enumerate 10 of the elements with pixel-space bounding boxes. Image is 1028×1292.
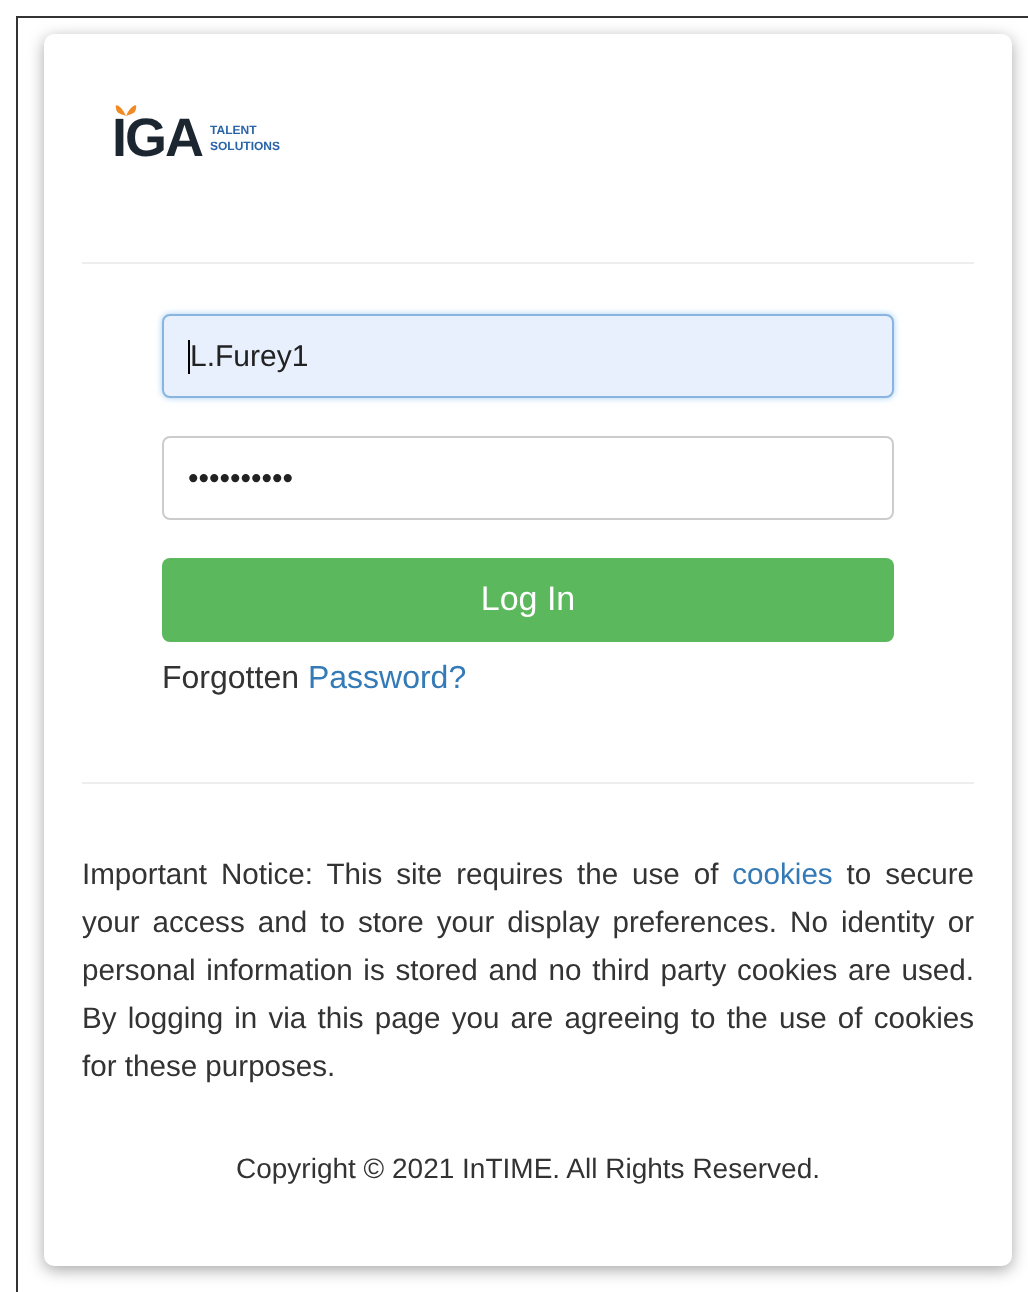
cookies-link[interactable]: cookies	[732, 860, 833, 892]
butterfly-icon	[114, 100, 138, 118]
login-button[interactable]: Log In	[162, 558, 894, 642]
notice-text: Important Notice: This site requires the use of cookies to secure your access and to store your display preferences. No identity or personal information is stored and no third party cookies are used. By logging in via this page you are agreeing to the use of cookies for these purposes.	[82, 858, 974, 1088]
copyright-text: Copyright © 2021 InTIME. All Rights Reserved.	[234, 1152, 822, 1184]
password-field[interactable]: ••••••••••	[162, 436, 894, 520]
logo-text: IGA	[112, 112, 203, 164]
password-link[interactable]: Password?	[307, 662, 467, 696]
username-field[interactable]: L.Furey1	[162, 314, 894, 398]
forgotten-label: Forgotten	[162, 662, 299, 696]
